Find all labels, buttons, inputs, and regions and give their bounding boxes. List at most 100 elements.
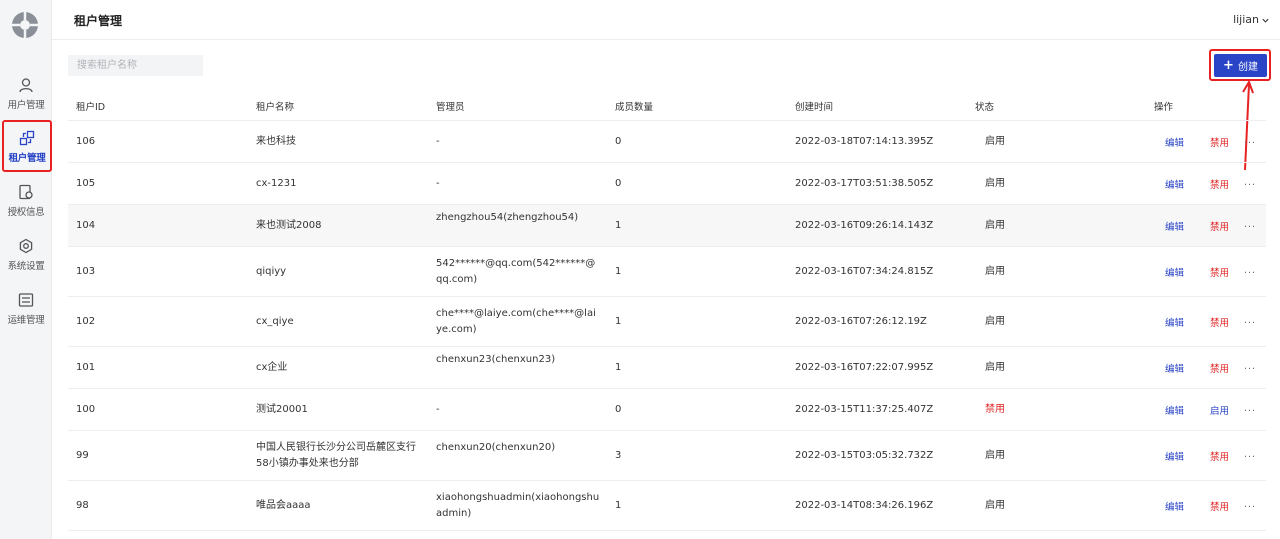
- ops-icon: [18, 293, 34, 307]
- tenant-table: 租户ID 租户名称 管理员 成员数量 创建时间 状态 操作 106 来也科技 - 0 2…: [68, 88, 1266, 531]
- disable-link[interactable]: 禁用: [1210, 265, 1229, 279]
- edit-link[interactable]: 编辑: [1165, 499, 1184, 513]
- sidebar: 用户管理 租户管理 授权信息 系统设置 运维管理: [0, 0, 52, 539]
- created-time-cell: 2022-03-15T03:05:32.732Z: [795, 450, 934, 461]
- tenant-id-cell: 99: [76, 450, 89, 461]
- sidebar-item-label: 授权信息: [7, 207, 45, 218]
- tenant-name-cell: 来也测试2008: [256, 220, 322, 231]
- sidebar-item-label: 系统设置: [7, 261, 45, 272]
- more-actions-button[interactable]: ...: [1244, 449, 1256, 460]
- sidebar-item-license[interactable]: 授权信息: [0, 181, 52, 231]
- search-input[interactable]: [68, 55, 203, 76]
- edit-link[interactable]: 编辑: [1165, 361, 1184, 375]
- table-row: 101 cx企业 chenxun23(chenxun23) 1 2022-03-16T0…: [68, 347, 1266, 389]
- more-actions-button[interactable]: ...: [1244, 135, 1256, 146]
- member-count-cell: 1: [615, 266, 622, 277]
- disable-link[interactable]: 禁用: [1210, 361, 1229, 375]
- edit-link[interactable]: 编辑: [1165, 315, 1184, 329]
- sidebar-item-label: 租户管理: [8, 153, 46, 164]
- created-time-cell: 2022-03-16T09:26:14.143Z: [795, 220, 934, 231]
- status-cell: 禁用: [985, 404, 1005, 415]
- tenant-id-cell: 101: [76, 362, 96, 373]
- created-time-cell: 2022-03-14T08:34:26.196Z: [795, 500, 934, 511]
- admin-cell: xiaohongshuadmin(xiaohongshuadmin): [436, 492, 600, 519]
- more-actions-button[interactable]: ...: [1244, 177, 1256, 188]
- status-cell: 启用: [985, 136, 1005, 147]
- table-row: 100 测试20001 - 0 2022-03-15T11:37:25.407Z 禁用 编辑…: [68, 389, 1266, 431]
- app-root: 用户管理 租户管理 授权信息 系统设置 运维管理 租户管理 lijian 搜索租…: [0, 0, 1280, 539]
- member-count-cell: 3: [615, 450, 622, 461]
- tenant-id-cell: 102: [76, 316, 96, 327]
- settings-icon: [19, 238, 33, 254]
- table-row: 106 来也科技 - 0 2022-03-18T07:14:13.395Z 启用 编辑 禁用.…: [68, 121, 1266, 163]
- table-row: 103 qiqiyy 542******@qq.com(542******@qq.c…: [68, 247, 1266, 297]
- disable-link[interactable]: 禁用: [1210, 135, 1229, 149]
- created-time-cell: 2022-03-16T07:26:12.19Z: [795, 316, 927, 327]
- member-count-cell: 0: [615, 136, 622, 147]
- sidebar-item-users[interactable]: 用户管理: [0, 74, 52, 124]
- more-actions-button[interactable]: ...: [1244, 499, 1256, 510]
- member-count-cell: 1: [615, 362, 622, 373]
- column-header: 租户ID: [76, 102, 106, 113]
- column-header: 租户名称: [256, 102, 295, 113]
- table-body: 106 来也科技 -0 2022-03-18T07:14:13.395Z 启用 编辑 禁用.…: [68, 121, 1266, 531]
- admin-cell: -: [436, 136, 440, 147]
- edit-link[interactable]: 编辑: [1165, 265, 1184, 279]
- sidebar-item-settings[interactable]: 系统设置: [0, 235, 52, 285]
- tenant-icon: [19, 130, 35, 146]
- created-time-cell: 2022-03-18T07:14:13.395Z: [795, 136, 934, 147]
- disable-link[interactable]: 禁用: [1210, 499, 1229, 513]
- table-row: 105 cx-1231 - 0 2022-03-17T03:51:38.505Z 启用 编辑…: [68, 163, 1266, 205]
- member-count-cell: 0: [615, 178, 622, 189]
- admin-cell: chenxun23(chenxun23): [436, 354, 556, 365]
- created-time-cell: 2022-03-16T07:22:07.995Z: [795, 362, 934, 373]
- status-cell: 启用: [985, 220, 1005, 231]
- tenant-name-cell: qiqiyy: [256, 266, 287, 277]
- tenant-name-cell: cx_qiye: [256, 316, 294, 327]
- status-cell: 启用: [985, 450, 1005, 461]
- edit-link[interactable]: 编辑: [1165, 219, 1184, 233]
- edit-link[interactable]: 编辑: [1165, 135, 1184, 149]
- sidebar-item-label: 用户管理: [7, 100, 45, 111]
- created-time-cell: 2022-03-15T11:37:25.407Z: [795, 404, 934, 415]
- tenant-name-cell: 中国人民银行长沙分公司岳麓区支行58小镇办事处来也分部: [256, 442, 416, 469]
- tenant-id-cell: 106: [76, 136, 96, 147]
- status-cell: 启用: [985, 362, 1005, 373]
- disable-link[interactable]: 禁用: [1210, 315, 1229, 329]
- sidebar-item-label: 运维管理: [7, 315, 45, 326]
- edit-link[interactable]: 编辑: [1165, 177, 1184, 191]
- member-count-cell: 0: [615, 404, 622, 415]
- tenant-id-cell: 98: [76, 500, 89, 511]
- member-count-cell: 1: [615, 220, 622, 231]
- column-header: 管理员: [436, 102, 465, 113]
- edit-link[interactable]: 编辑: [1165, 449, 1184, 463]
- more-actions-button[interactable]: ...: [1244, 403, 1256, 414]
- disable-link[interactable]: 禁用: [1210, 219, 1229, 233]
- sidebar-item-tenants[interactable]: 租户管理: [2, 120, 52, 172]
- admin-cell: -: [436, 404, 440, 415]
- more-actions-button[interactable]: ...: [1244, 315, 1256, 326]
- edit-link[interactable]: 编辑: [1165, 403, 1184, 417]
- disable-link[interactable]: 禁用: [1210, 449, 1229, 463]
- disable-link[interactable]: 禁用: [1210, 177, 1229, 191]
- status-cell: 启用: [985, 266, 1005, 277]
- column-header: 创建时间: [795, 102, 834, 113]
- tenant-id-cell: 104: [76, 220, 96, 231]
- enable-link[interactable]: 启用: [1210, 403, 1229, 417]
- user-menu[interactable]: lijian: [1233, 13, 1270, 26]
- column-header: 成员数量: [615, 102, 654, 113]
- admin-cell: che****@laiye.com(che****@laiye.com): [436, 308, 596, 335]
- more-actions-button[interactable]: ...: [1244, 219, 1256, 230]
- member-count-cell: 1: [615, 500, 622, 511]
- table-row: 98 唯品会aaaa xiaohongshuadmin(xiaohongshuadm…: [68, 481, 1266, 531]
- admin-cell: -: [436, 178, 440, 189]
- table-header: 租户ID 租户名称 管理员 成员数量 创建时间 状态 操作: [68, 88, 1266, 121]
- created-time-cell: 2022-03-16T07:34:24.815Z: [795, 266, 934, 277]
- more-actions-button[interactable]: ...: [1244, 361, 1256, 372]
- sidebar-item-ops[interactable]: 运维管理: [0, 289, 52, 339]
- page-title: 租户管理: [74, 14, 123, 28]
- more-actions-button[interactable]: ...: [1244, 265, 1256, 276]
- tenant-id-cell: 100: [76, 404, 96, 415]
- create-tenant-button[interactable]: + 创建: [1214, 54, 1267, 77]
- column-header: 操作: [1154, 102, 1174, 113]
